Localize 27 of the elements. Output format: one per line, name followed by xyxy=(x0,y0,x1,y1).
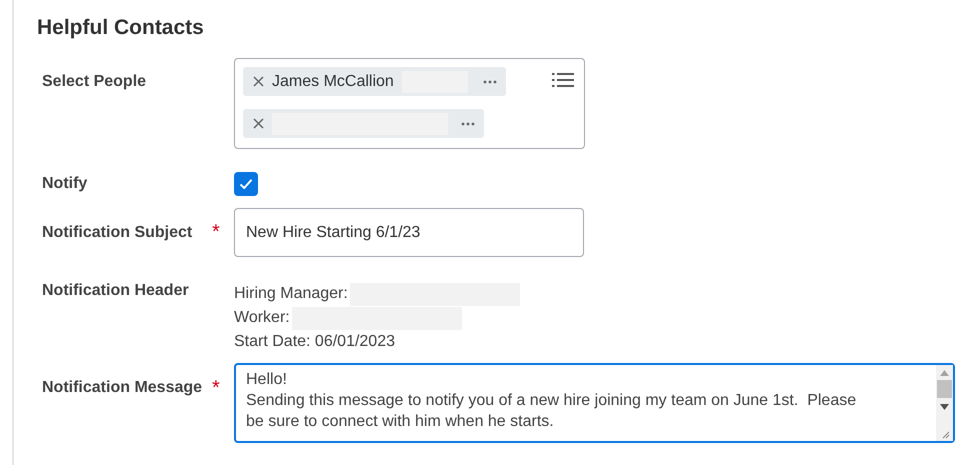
people-selector[interactable]: James McCallion xyxy=(234,58,585,149)
more-icon[interactable] xyxy=(482,80,498,84)
header-text: Worker: xyxy=(234,309,290,327)
message-field[interactable]: Hello! Sending this message to notify you of a new hire joining my team on June 1st. Please be sure to connect with him when he starts. xyxy=(234,363,955,443)
more-icon[interactable] xyxy=(460,122,476,126)
scrollbar[interactable] xyxy=(936,365,953,441)
check-icon xyxy=(239,178,253,190)
required-asterisk: * xyxy=(212,221,220,244)
subject-field[interactable]: New Hire Starting 6/1/23 xyxy=(234,208,584,257)
field-label: Select People xyxy=(41,73,146,91)
field-label: Notify xyxy=(41,175,88,193)
person-tag[interactable]: James McCallion xyxy=(243,67,506,96)
notify-checkbox[interactable] xyxy=(234,172,258,196)
scroll-down-icon[interactable] xyxy=(940,404,949,410)
remove-icon[interactable] xyxy=(253,76,264,87)
scrollbar-thumb[interactable] xyxy=(937,380,952,398)
field-label: Notification Subject xyxy=(41,224,192,242)
field-label: Notification Message xyxy=(41,379,202,397)
field-label: Notification Header xyxy=(41,282,189,300)
list-icon[interactable] xyxy=(552,72,574,88)
required-asterisk: * xyxy=(212,376,220,398)
remove-icon[interactable] xyxy=(253,118,264,129)
header-text: Hiring Manager: xyxy=(234,285,348,303)
header-text: Start Date: 06/01/2023 xyxy=(234,333,395,351)
section-title: Helpful Contacts xyxy=(37,16,204,40)
message-text: Hello! Sending this message to notify you of a new hire joining my team on June 1st. Please be sure to connect with him when he starts. xyxy=(245,370,858,432)
person-name: James McCallion xyxy=(272,72,394,90)
